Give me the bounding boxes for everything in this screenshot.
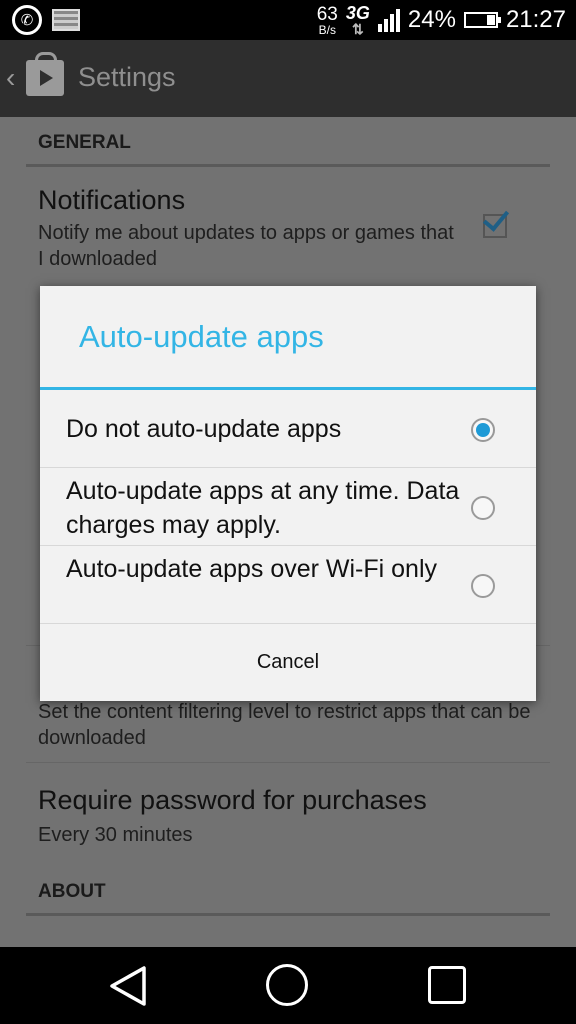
radio-unselected-icon[interactable] bbox=[471, 574, 495, 598]
image-icon bbox=[52, 9, 80, 31]
nav-back-icon[interactable] bbox=[108, 965, 148, 1007]
play-store-icon[interactable] bbox=[26, 52, 64, 96]
checkmark-icon bbox=[482, 204, 510, 232]
require-password-title: Require password for purchases bbox=[38, 785, 427, 815]
nav-recent-icon[interactable] bbox=[428, 966, 466, 1004]
option-auto-update-wifi-only[interactable]: Auto-update apps over Wi-Fi only bbox=[40, 547, 536, 624]
radio-unselected-icon[interactable] bbox=[471, 496, 495, 520]
navigation-bar bbox=[0, 947, 576, 1024]
option-label: Do not auto-update apps bbox=[66, 415, 342, 443]
whatsapp-icon: ✆ bbox=[12, 5, 42, 35]
data-arrows-icon: ⇅ bbox=[352, 21, 364, 37]
cancel-button[interactable]: Cancel bbox=[40, 624, 536, 701]
option-auto-update-any-time[interactable]: Auto-update apps at any time. Data charg… bbox=[40, 469, 536, 546]
content-filtering-summary: Set the content filtering level to restr… bbox=[38, 701, 531, 749]
option-label: Auto-update apps at any time. Data charg… bbox=[66, 477, 460, 539]
signal-icon bbox=[377, 8, 400, 32]
battery-icon bbox=[463, 12, 501, 28]
option-do-not-auto-update[interactable]: Do not auto-update apps bbox=[40, 391, 536, 468]
nav-home-icon[interactable] bbox=[266, 964, 308, 1006]
auto-update-dialog: Auto-update apps Do not auto-update apps… bbox=[40, 286, 536, 701]
radio-selected-icon[interactable] bbox=[471, 418, 495, 442]
network-speed: 63 B/s bbox=[317, 5, 338, 36]
row-divider bbox=[26, 762, 550, 763]
back-chevron-icon[interactable]: ‹ bbox=[6, 62, 15, 94]
status-indicators: 63 B/s 3G ⇅ 24% 21:27 bbox=[317, 0, 566, 40]
notifications-title: Notifications bbox=[38, 185, 186, 215]
dialog-title: Auto-update apps bbox=[79, 319, 324, 354]
page-title: Settings bbox=[78, 62, 176, 92]
dialog-title-divider bbox=[40, 387, 536, 390]
option-label: Auto-update apps over Wi-Fi only bbox=[66, 555, 438, 583]
status-bar: ✆ 63 B/s 3G ⇅ 24% 21:27 bbox=[0, 0, 576, 40]
app-bar: ‹ Settings bbox=[0, 40, 576, 117]
speed-value: 63 bbox=[316, 3, 338, 25]
clock: 21:27 bbox=[505, 6, 566, 33]
status-notifications: ✆ bbox=[12, 5, 80, 35]
network-label: 3G bbox=[345, 3, 370, 23]
notifications-checkbox[interactable] bbox=[482, 204, 510, 238]
section-divider bbox=[26, 164, 550, 167]
require-password-summary: Every 30 minutes bbox=[38, 824, 193, 846]
speed-unit: B/s bbox=[318, 22, 336, 37]
section-header-about: ABOUT bbox=[38, 881, 106, 902]
network-type: 3G ⇅ bbox=[346, 4, 370, 36]
section-header-general: GENERAL bbox=[38, 132, 131, 153]
notifications-summary: Notify me about updates to apps or games… bbox=[38, 222, 454, 270]
section-divider bbox=[26, 913, 550, 916]
battery-percent: 24% bbox=[407, 6, 456, 33]
